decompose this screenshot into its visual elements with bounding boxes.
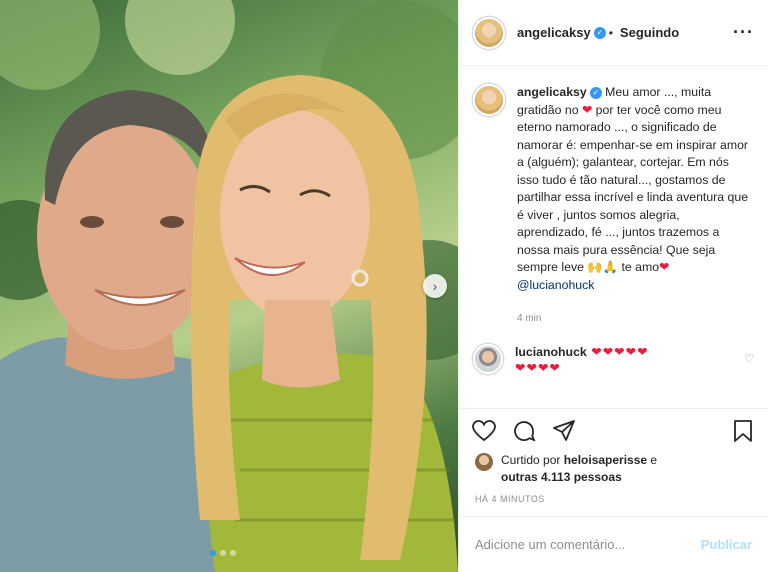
caption-time: 4 min [517, 313, 542, 324]
caption-body: angelicaksy ✓ Meu amor ..., muita gratidã… [517, 84, 754, 328]
carousel-indicator [210, 550, 236, 556]
action-bar [459, 408, 768, 452]
carousel-dot [220, 550, 226, 556]
caption-avatar[interactable] [473, 84, 505, 116]
likes-others-link[interactable]: outras 4.113 pessoas [501, 470, 622, 484]
post-timestamp[interactable]: HÁ 4 MINUTOS [459, 494, 768, 516]
post-side-panel: angelicaksy ✓ • Seguindo ··· angelicaksy… [458, 0, 768, 572]
caption-username[interactable]: angelicaksy [517, 85, 587, 99]
comment-input[interactable] [475, 537, 701, 552]
post-header: angelicaksy ✓ • Seguindo ··· [459, 0, 768, 66]
instagram-post: › angelicaksy ✓ • Seguindo ··· angelicak… [0, 0, 768, 572]
couple-selfie-image [0, 0, 458, 572]
carousel-dot [210, 550, 216, 556]
add-comment-bar: Publicar [459, 516, 768, 572]
reply-body: lucianohuck ❤❤❤❤❤ ❤❤❤❤ [515, 344, 744, 376]
mention-link[interactable]: @lucianohuck [517, 278, 594, 292]
caption-text-3: te amo [618, 260, 660, 274]
like-heart-icon[interactable] [471, 418, 497, 444]
liker-avatar[interactable] [475, 453, 493, 471]
reply-avatar[interactable] [473, 343, 503, 374]
likes-summary: Curtido por heloisaperisse e outras 4.11… [459, 452, 768, 494]
publish-button[interactable]: Publicar [701, 537, 752, 552]
heart-emoji-icon: ❤ [659, 260, 670, 274]
verified-badge-icon: ✓ [593, 26, 606, 39]
author-avatar[interactable] [473, 16, 505, 49]
verified-badge-icon: ✓ [589, 87, 602, 99]
reply-hearts-line2: ❤❤❤❤ [515, 360, 561, 375]
share-paper-plane-icon[interactable] [551, 418, 577, 444]
caption-comment: angelicaksy ✓ Meu amor ..., muita gratidã… [473, 84, 754, 328]
more-options-icon[interactable]: ··· [733, 22, 754, 43]
likes-text: Curtido por heloisaperisse e outras 4.11… [501, 452, 657, 486]
caption-text-2: por ter você como meu eterno namorado ..… [517, 102, 749, 275]
comments-section: angelicaksy ✓ Meu amor ..., muita gratidã… [459, 66, 768, 408]
comment-bubble-icon[interactable] [511, 418, 537, 444]
likes-prefix: Curtido por [501, 453, 564, 467]
hands-emoji-icon: 🙌🙏 [587, 260, 619, 274]
heart-emoji-icon: ❤ [581, 102, 593, 117]
post-photo[interactable]: › [0, 0, 458, 572]
reply-hearts-line1: ❤❤❤❤❤ [591, 344, 649, 359]
following-status[interactable]: Seguindo [620, 25, 679, 40]
reply-comment: lucianohuck ❤❤❤❤❤ ❤❤❤❤ ♡ [473, 343, 754, 376]
carousel-dot [230, 550, 236, 556]
author-username[interactable]: angelicaksy [517, 25, 591, 40]
bookmark-save-icon[interactable] [730, 418, 756, 444]
comment-like-heart-icon[interactable]: ♡ [744, 352, 754, 365]
liker-username[interactable]: heloisaperisse [564, 453, 647, 467]
likes-middle: e [647, 453, 658, 467]
carousel-next-button[interactable]: › [423, 274, 447, 298]
separator-dot: • [608, 25, 613, 40]
chevron-right-icon: › [432, 278, 438, 294]
reply-username[interactable]: lucianohuck [515, 345, 587, 359]
